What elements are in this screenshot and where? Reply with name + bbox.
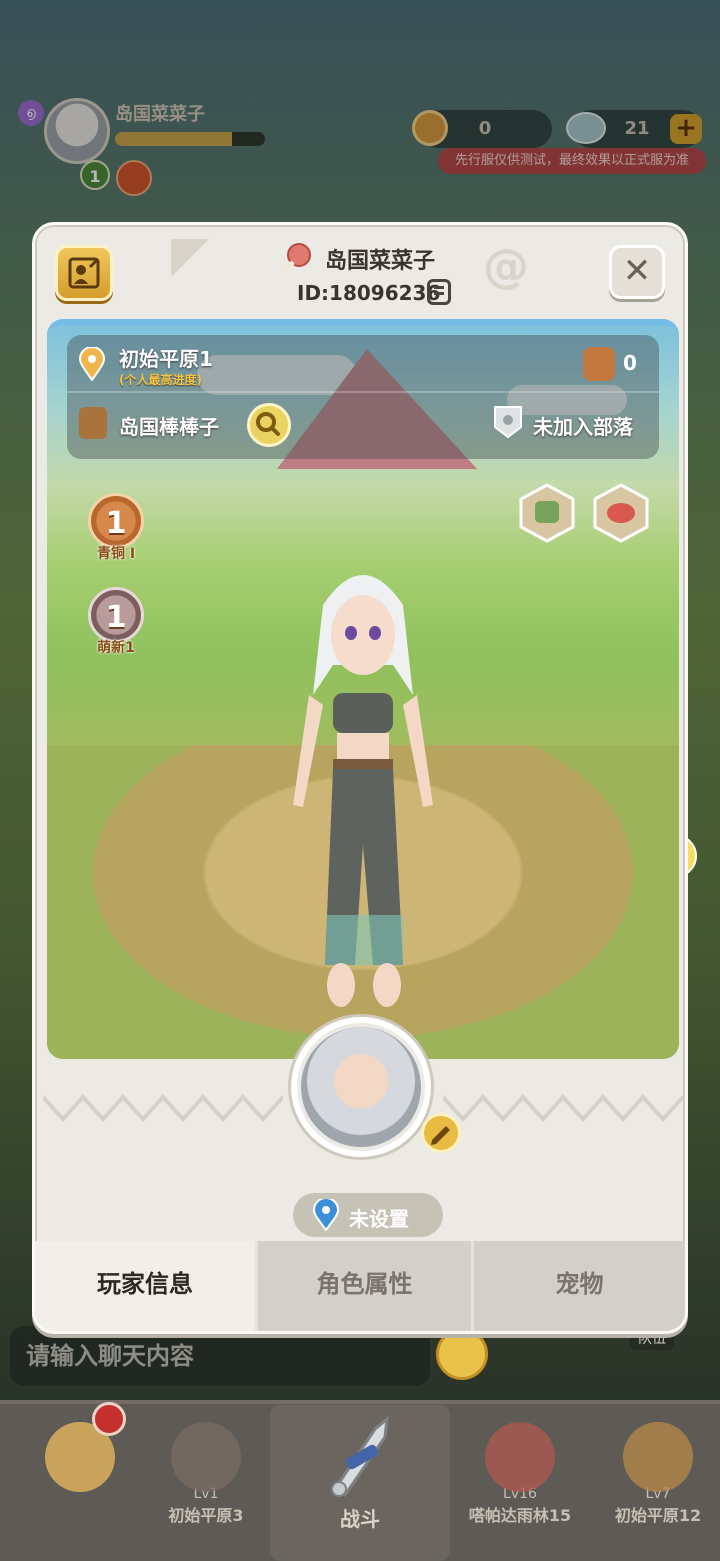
player-name: 岛国菜菜子 — [325, 249, 436, 274]
edit-profile-button[interactable] — [55, 245, 113, 301]
avatar-image — [301, 1027, 421, 1147]
tribe-status: 未加入部落 — [533, 415, 633, 439]
dino-badge-icon[interactable] — [517, 483, 577, 543]
mentor-name: 岛国棒棒子 — [119, 415, 219, 439]
nav-label: 初始平原12 — [614, 1506, 702, 1525]
search-button[interactable] — [247, 403, 291, 447]
emoji-icon[interactable] — [436, 1328, 488, 1380]
modal-header: ◤ @ 岛国菜菜子 ID:18096236 ✕ — [35, 225, 685, 321]
modal-tabs: 玩家信息 角色属性 宠物 — [35, 1241, 685, 1331]
decor-mark: ◤ — [171, 225, 210, 283]
tribal-pattern-left — [43, 1094, 283, 1122]
tab-character-attributes[interactable]: 角色属性 — [255, 1241, 471, 1331]
copy-icon[interactable] — [427, 279, 451, 305]
mentor-icon — [79, 407, 107, 439]
map-pin-icon — [313, 1199, 339, 1231]
profile-edit-icon — [68, 257, 100, 289]
rank-label: 青铜 I — [96, 546, 136, 562]
tribe-shield-icon — [494, 406, 522, 439]
bronze-medal-icon: 1 — [88, 493, 144, 549]
nav-item-stage-1[interactable]: Lv1 初始平原3 — [136, 1410, 276, 1550]
meat-badge-icon[interactable] — [591, 483, 651, 543]
location-button[interactable]: 未设置 — [293, 1193, 443, 1237]
close-button[interactable]: ✕ — [609, 245, 665, 299]
search-icon — [256, 412, 280, 436]
notification-bell-icon — [92, 1402, 126, 1436]
nav-label: 战斗 — [340, 1507, 380, 1531]
nav-label: 初始平原3 — [168, 1506, 244, 1525]
highest-stage-caption: (个人最高进度) — [119, 373, 202, 387]
stage-icon — [623, 1422, 693, 1492]
stage-icon — [171, 1422, 241, 1492]
player-info-modal: ◤ @ 岛国菜菜子 ID:18096236 ✕ 初始平原1 (个人最高进度) 0… — [32, 222, 688, 1334]
location-pin-icon — [79, 347, 105, 381]
tab-player-info[interactable]: 玩家信息 — [35, 1241, 255, 1331]
highest-stage-name: 初始平原1 — [119, 347, 213, 371]
location-value: 未设置 — [349, 1207, 409, 1231]
player-character[interactable] — [263, 545, 463, 1015]
flex-muscle-icon — [583, 347, 615, 381]
edit-avatar-button[interactable] — [421, 1113, 461, 1153]
nav-item-stage-2[interactable]: Lv16 嗒帕达雨林15 — [450, 1410, 590, 1550]
nav-item-battle[interactable]: 战斗 — [270, 1405, 450, 1561]
newbie-medal-icon: 1 — [88, 587, 144, 643]
character-scene: 初始平原1 (个人最高进度) 0 岛国棒棒子 未加入部落 1 青铜 I 1 萌新… — [47, 319, 679, 1059]
nav-label: 嗒帕达雨林15 — [468, 1506, 572, 1525]
rank-badge-bronze[interactable]: 1 青铜 I — [85, 493, 147, 563]
sword-icon — [331, 1415, 389, 1498]
stage-icon — [485, 1422, 555, 1492]
pencil-icon — [431, 1126, 450, 1145]
decor-swirl: @ — [483, 239, 529, 293]
nav-item-stage-3[interactable]: Lv7 初始平原12 — [596, 1410, 720, 1550]
player-id: ID:18096236 — [297, 281, 441, 305]
player-avatar[interactable] — [291, 1017, 431, 1157]
rank-badge-newbie[interactable]: 1 萌新1 — [85, 587, 147, 657]
tab-pets[interactable]: 宠物 — [471, 1241, 685, 1331]
rank-label: 萌新1 — [97, 640, 135, 656]
chat-input[interactable]: 请输入聊天内容 — [10, 1326, 430, 1386]
tribal-pattern-right — [443, 1094, 683, 1122]
likes-count: 0 — [623, 351, 637, 375]
nav-item-character[interactable] — [10, 1410, 150, 1550]
meat-icon — [283, 243, 311, 271]
divider — [67, 391, 659, 393]
